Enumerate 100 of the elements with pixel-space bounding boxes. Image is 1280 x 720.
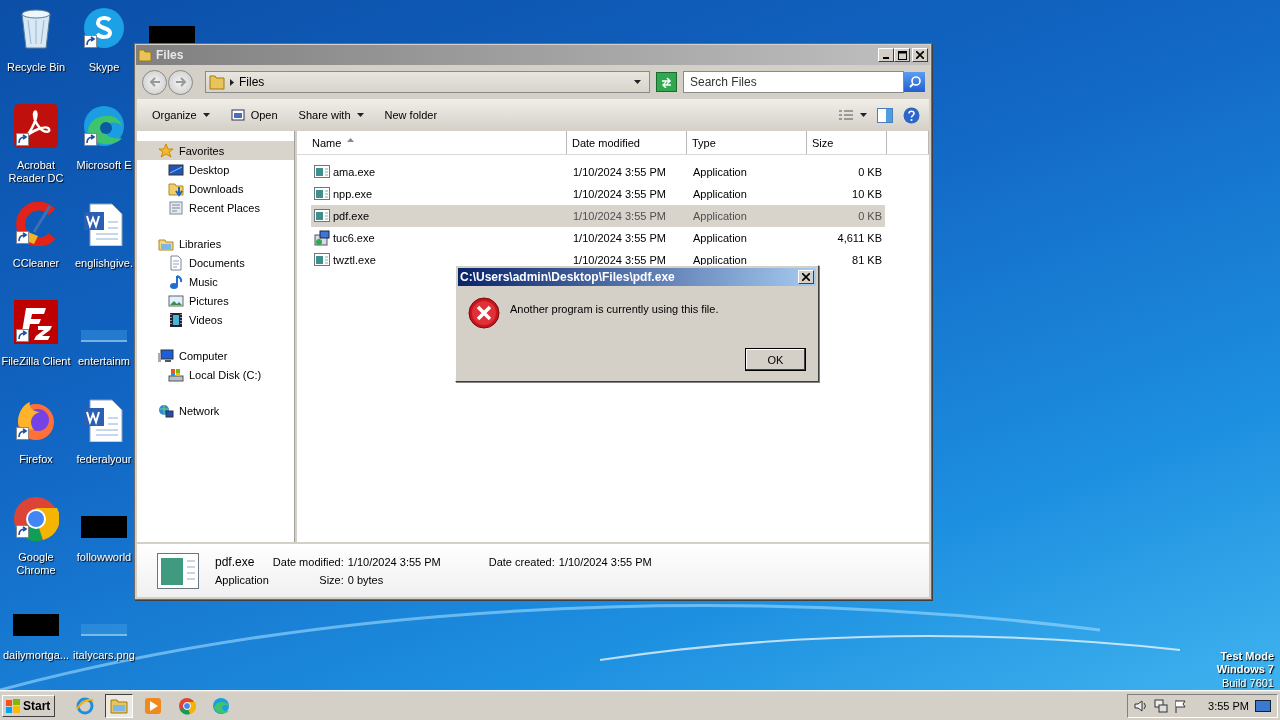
search-icon	[908, 76, 921, 88]
close-button[interactable]	[912, 48, 928, 62]
detail-label: Size:	[318, 574, 344, 586]
nav-item[interactable]: Recent Places	[137, 198, 294, 217]
application-icon	[314, 164, 330, 180]
preview-pane-icon	[877, 107, 893, 123]
dropdown-arrow-icon	[634, 80, 641, 84]
forward-arrow-icon	[174, 77, 187, 87]
file-name: ama.exe	[333, 166, 376, 178]
type-cell-text: Application	[692, 232, 748, 244]
toolbar-button[interactable]: Organize	[143, 105, 218, 125]
desktop-icon-label[interactable]: followworld	[76, 551, 132, 564]
network-icon	[1154, 698, 1169, 713]
refresh-button[interactable]	[656, 72, 677, 92]
type-cell-text: Application	[692, 210, 748, 222]
system-notice: Build 7601	[1222, 676, 1274, 690]
taskbar-button[interactable]	[105, 693, 134, 718]
installer-icon	[314, 230, 330, 246]
toolbar-button[interactable]: New folder	[375, 105, 446, 125]
file-row[interactable]: tuc6.exe 1/10/2024 3:55 PM Application 4,611 KB	[311, 227, 885, 249]
help-icon	[903, 106, 920, 124]
desktop-icon-label[interactable]: FileZilla Client	[1, 355, 71, 368]
application-icon	[314, 186, 330, 202]
toolbar-button[interactable]: Share with	[289, 105, 372, 125]
system-notice: Test Mode	[1220, 649, 1274, 663]
search-field[interactable]: Search Files	[683, 71, 904, 93]
size-cell-text: 0 KB	[857, 210, 883, 222]
desktop-icon-label[interactable]: dailymortga...	[3, 649, 69, 662]
desktop-icon-label[interactable]: Skype	[88, 61, 120, 74]
clock[interactable]: 3:55 PM	[1208, 699, 1249, 712]
close-icon	[916, 51, 924, 59]
nav-item[interactable]: Documents	[137, 253, 294, 272]
speaker-icon	[1134, 698, 1149, 713]
chrome-icon	[178, 696, 197, 715]
show-desktop-icon	[1255, 698, 1271, 713]
desktop-icon-label[interactable]: federalyour	[76, 453, 132, 466]
type-cell-text: Application	[692, 166, 748, 178]
sort-arrow-icon	[347, 137, 355, 142]
media-icon	[144, 696, 163, 715]
pictures-icon	[168, 292, 184, 309]
detail-value: 0 bytes	[347, 574, 385, 586]
nav-item[interactable]: Downloads	[137, 179, 294, 198]
size-cell-text: 0 KB	[857, 166, 883, 178]
caret-icon	[860, 113, 867, 117]
ok-button[interactable]: OK	[745, 348, 806, 371]
ie-icon	[76, 696, 95, 715]
nav-item[interactable]: Favorites	[137, 141, 294, 160]
start-button[interactable]: Start	[2, 694, 56, 717]
desktop-icon-label[interactable]: Acrobat Reader DC	[0, 159, 72, 185]
detail-value: 1/10/2024 3:55 PM	[558, 556, 652, 568]
desktop-icon-label[interactable]: Google Chrome	[0, 551, 72, 577]
file-row[interactable]: pdf.exe 1/10/2024 3:55 PM Application 0 KB	[311, 205, 885, 227]
nav-item[interactable]: Music	[137, 272, 294, 291]
desktop-icon-label[interactable]: Microsoft E	[76, 159, 132, 172]
file-name: twztl.exe	[333, 254, 376, 266]
dialog-title: C:\Users\admin\Desktop\Files\pdf.exe	[460, 270, 676, 284]
error-icon	[468, 297, 500, 329]
file-name: pdf.exe	[333, 210, 370, 222]
file-row[interactable]: twztl.exe 1/10/2024 3:55 PM Application 81 KB	[311, 249, 885, 271]
network-icon	[158, 402, 174, 419]
nav-item[interactable]: Desktop	[137, 160, 294, 179]
size-cell-text: 10 KB	[851, 188, 883, 200]
toolbar-button[interactable]: Open	[221, 104, 286, 126]
maximize-button[interactable]	[894, 48, 910, 62]
type-cell-text: Application	[692, 254, 748, 266]
nav-item[interactable]: Local Disk (C:)	[137, 365, 294, 384]
date-cell-text: 1/10/2024 3:55 PM	[572, 188, 667, 200]
desktop-icon-label[interactable]: Recycle Bin	[6, 61, 66, 74]
desktop-icon-label[interactable]: CCleaner	[12, 257, 60, 270]
maximize-icon	[897, 50, 907, 60]
acrobat-icon	[14, 104, 58, 148]
windows-logo-icon	[5, 697, 21, 714]
file-name: pdf.exe	[215, 555, 256, 569]
desktop-icon-label[interactable]: entertainm	[78, 355, 130, 368]
close-button[interactable]	[798, 270, 814, 284]
date-cell-text: 1/10/2024 3:55 PM	[572, 254, 667, 266]
file-preview-icon	[157, 552, 199, 589]
nav-item[interactable]: Libraries	[137, 234, 294, 253]
desktop-icon-label[interactable]: englishgive.	[74, 257, 134, 270]
nav-item[interactable]: Videos	[137, 310, 294, 329]
search-button[interactable]	[904, 72, 925, 92]
address-bar[interactable]: Files	[205, 71, 650, 93]
computer-icon	[158, 347, 174, 364]
date-cell-text: 1/10/2024 3:55 PM	[572, 210, 667, 222]
nav-item[interactable]: Network	[137, 401, 294, 420]
nav-item[interactable]: Computer	[137, 346, 294, 365]
system-notice: Windows 7	[1216, 663, 1274, 677]
minimize-button[interactable]	[878, 48, 894, 62]
filezilla-icon	[14, 300, 58, 344]
detail-label: Date created:	[488, 556, 555, 568]
file-row[interactable]: npp.exe 1/10/2024 3:55 PM Application 10 KB	[311, 183, 885, 205]
back-arrow-icon	[148, 77, 161, 87]
desktop-icon-label[interactable]: Firefox	[19, 453, 53, 466]
nav-item[interactable]: Pictures	[137, 291, 294, 310]
size-cell-text: 4,611 KB	[836, 232, 883, 244]
documents-icon	[168, 254, 184, 271]
desktop-icon-label[interactable]: italycars.png	[73, 649, 135, 662]
music-icon	[168, 273, 184, 290]
size-cell-text: 81 KB	[851, 254, 883, 266]
file-row[interactable]: ama.exe 1/10/2024 3:55 PM Application 0 KB	[311, 161, 885, 183]
